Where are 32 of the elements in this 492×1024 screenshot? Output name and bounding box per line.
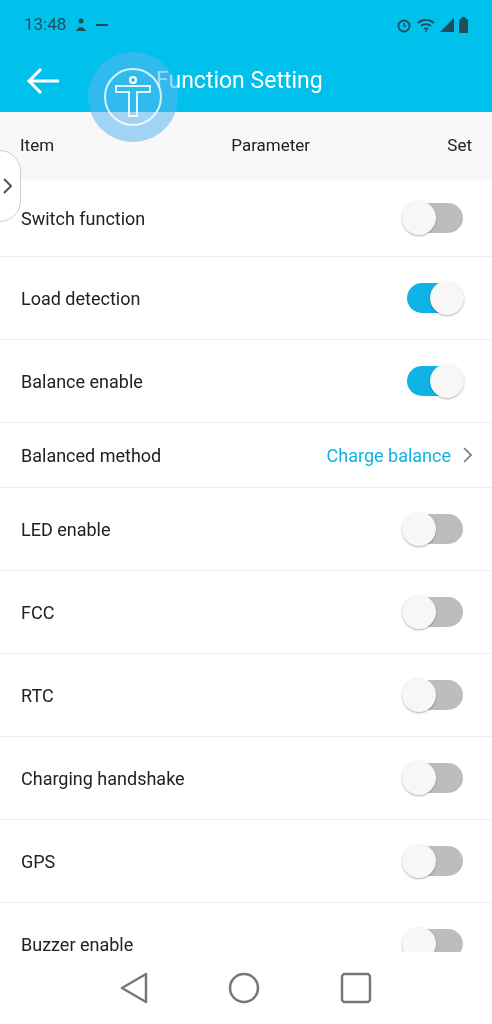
setting-label: Charging handshake (21, 766, 185, 791)
nav-home-button[interactable] (228, 972, 260, 1004)
back-triangle-icon (120, 972, 148, 1004)
nav-back-button[interactable] (120, 972, 148, 1004)
home-circle-icon (228, 972, 260, 1004)
option-selector[interactable]: Charge balance (326, 441, 472, 469)
setting-label: Switch function (21, 206, 146, 231)
page-title: Function Setting (156, 65, 323, 96)
recents-square-icon (340, 972, 372, 1004)
column-header: Item (20, 134, 55, 158)
wifi-icon (417, 18, 435, 32)
setting-label: Balance enable (21, 369, 143, 394)
setting-label: LED enable (21, 517, 111, 542)
status-time: 13:48 (24, 13, 67, 37)
setting-label: Buzzer enable (21, 932, 134, 952)
setting-label: FCC (21, 600, 55, 625)
nav-recents-button[interactable] (340, 972, 372, 1004)
column-header: Set (447, 134, 472, 158)
signal-icon (440, 18, 454, 32)
setting-label: Balanced method (21, 443, 162, 468)
column-header: Parameter (231, 134, 311, 158)
back-arrow-icon (26, 67, 60, 95)
setting-label: Load detection (21, 286, 141, 311)
alarm-icon (396, 17, 412, 33)
setting-label: RTC (21, 683, 54, 708)
chevron-right-icon (463, 447, 472, 463)
battery-icon (459, 17, 468, 33)
more-icon (96, 23, 109, 27)
setting-label: GPS (21, 849, 56, 874)
chevron-right-icon (3, 178, 12, 194)
back-button[interactable] (26, 66, 62, 96)
notification-icon (74, 18, 89, 32)
